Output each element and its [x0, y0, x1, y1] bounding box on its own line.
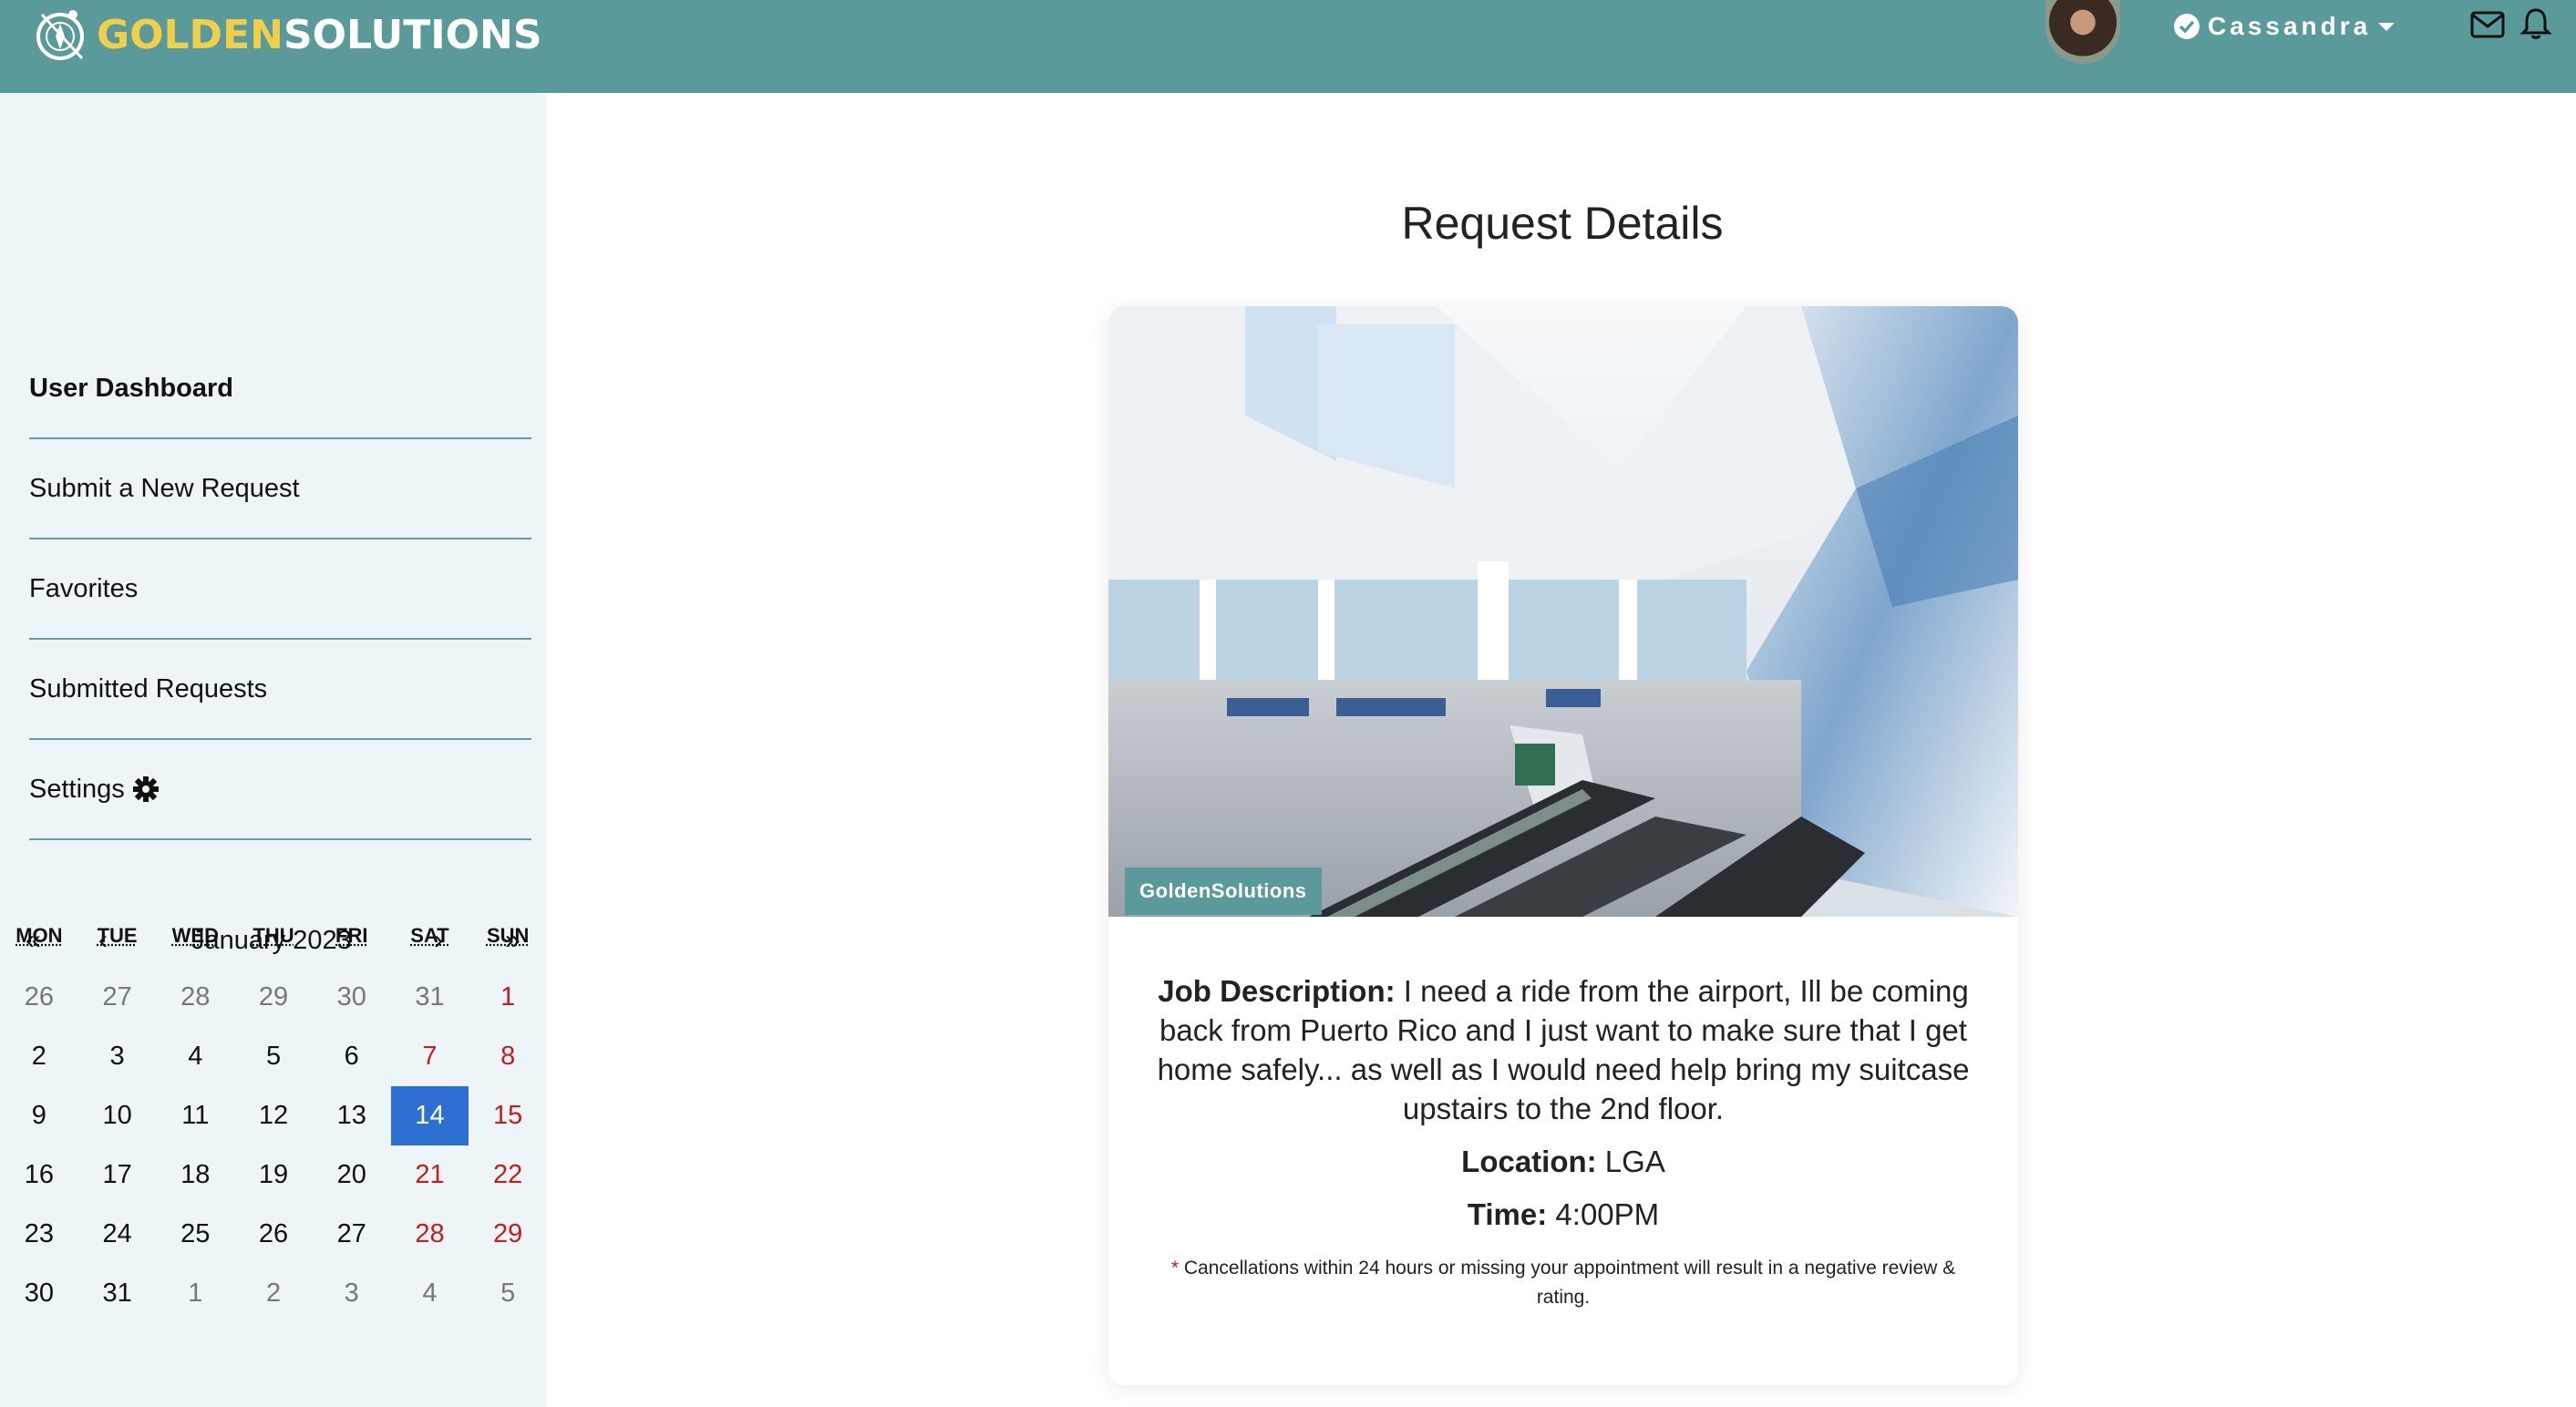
weekday-label: SUN	[486, 924, 530, 947]
calendar-day[interactable]: 20	[313, 1145, 391, 1205]
calendar-day[interactable]: 11	[156, 1086, 234, 1145]
calendar-day[interactable]: 9	[0, 1086, 78, 1145]
calendar-week: 9 10 11 12 13 14 15	[0, 1086, 547, 1145]
calendar-day[interactable]: 13	[313, 1086, 391, 1145]
username-label: Cassandra	[2208, 12, 2372, 40]
calendar-week: 16 17 18 19 20 21 22	[0, 1145, 547, 1205]
calendar-day[interactable]: 30	[0, 1264, 78, 1323]
weekday-label: SAT	[410, 924, 449, 947]
job-description-label: Job Description:	[1158, 974, 1396, 1008]
weekday-label: FRI	[335, 924, 368, 947]
calendar-day[interactable]: 27	[313, 1205, 391, 1264]
calendar-day[interactable]: 5	[469, 1264, 547, 1323]
cancellation-note: * Cancellations within 24 hours or missi…	[1163, 1254, 1963, 1312]
calendar-week: 23 24 25 26 27 28 29	[0, 1205, 547, 1264]
weekday-label: TUE	[97, 924, 138, 947]
calendar-day-selected[interactable]: 14	[390, 1086, 469, 1145]
sidebar-item-submit-request[interactable]: Submit a New Request	[29, 439, 531, 539]
calendar-day[interactable]: 3	[78, 1027, 157, 1086]
calendar-week: 2 3 4 5 6 7 8	[0, 1027, 547, 1086]
request-photo: GoldenSolutions	[1108, 306, 2018, 917]
calendar-day[interactable]: 26	[0, 968, 78, 1027]
user-menu-dropdown[interactable]: Cassandra	[2173, 11, 2396, 42]
calendar-day[interactable]: 2	[0, 1027, 78, 1086]
calendar-grid: 26 27 28 29 30 31 1 2 3 4 5 6 7 8 9 10 1…	[0, 968, 547, 1323]
weekday-label: THU	[252, 924, 294, 947]
mail-icon[interactable]	[2470, 11, 2505, 38]
calendar-day[interactable]: 7	[391, 1027, 469, 1086]
calendar-day[interactable]: 24	[78, 1205, 157, 1264]
location-value: LGA	[1596, 1145, 1665, 1178]
calendar-day[interactable]: 26	[234, 1205, 313, 1264]
calendar-day[interactable]: 19	[234, 1145, 313, 1205]
calendar-day[interactable]: 25	[156, 1205, 234, 1264]
sidebar: User Dashboard Submit a New Request Favo…	[0, 93, 547, 1407]
calendar-day[interactable]: 6	[313, 1027, 391, 1086]
sidebar-item-submitted-requests[interactable]: Submitted Requests	[29, 640, 531, 740]
calendar-day[interactable]: 4	[156, 1027, 234, 1086]
page-title: Request Details	[1401, 198, 1724, 249]
calendar-day[interactable]: 27	[78, 968, 157, 1027]
weekday-label: MON	[15, 924, 63, 947]
calendar-day[interactable]: 2	[234, 1264, 313, 1323]
calendar-weekday-header: MON TUE WED THU FRI SAT SUN	[0, 924, 547, 960]
gear-icon	[132, 776, 159, 802]
sidebar-item-label: Submitted Requests	[29, 673, 268, 704]
calendar-day[interactable]: 30	[313, 968, 391, 1027]
sidebar-item-user-dashboard[interactable]: User Dashboard	[29, 339, 531, 439]
calendar-day[interactable]: 18	[156, 1145, 234, 1205]
location-label: Location:	[1461, 1145, 1597, 1178]
calendar-day[interactable]: 4	[391, 1264, 469, 1323]
verified-check-icon	[2174, 14, 2200, 39]
sidebar-item-settings[interactable]: Settings	[29, 740, 531, 840]
time-row: Time: 4:00PM	[1145, 1197, 1982, 1232]
time-label: Time:	[1467, 1197, 1548, 1231]
calendar-day[interactable]: 28	[156, 968, 234, 1027]
calendar-day[interactable]: 23	[0, 1205, 78, 1264]
calendar-day[interactable]: 31	[78, 1264, 157, 1323]
location-row: Location: LGA	[1145, 1145, 1982, 1179]
compass-logo-icon	[36, 10, 84, 60]
calendar-day[interactable]: 12	[234, 1086, 313, 1145]
job-description: Job Description: I need a ride from the …	[1145, 971, 1982, 1128]
sidebar-item-label: Submit a New Request	[29, 473, 300, 503]
airport-terminal-image	[1108, 306, 2018, 917]
sidebar-item-label: Favorites	[29, 573, 139, 603]
time-value: 4:00PM	[1547, 1197, 1660, 1231]
calendar-day[interactable]: 28	[391, 1205, 469, 1264]
photo-badge: GoldenSolutions	[1125, 868, 1322, 915]
calendar-day[interactable]: 10	[78, 1086, 157, 1145]
calendar-day[interactable]: 1	[156, 1264, 234, 1323]
calendar-day[interactable]: 17	[78, 1145, 157, 1205]
calendar-week: 30 31 1 2 3 4 5	[0, 1264, 547, 1323]
top-header: GOLDENSOLUTIONS Cassandra	[0, 0, 2576, 93]
calendar-day[interactable]: 22	[469, 1145, 547, 1205]
logo[interactable]: GOLDENSOLUTIONS	[29, 4, 542, 66]
sidebar-item-label: Settings	[29, 774, 125, 804]
bell-icon[interactable]	[2519, 7, 2552, 40]
required-asterisk: *	[1170, 1258, 1180, 1279]
avatar[interactable]	[2045, 0, 2120, 64]
calendar-day[interactable]: 8	[469, 1027, 547, 1086]
sidebar-item-favorites[interactable]: Favorites	[29, 539, 531, 640]
calendar-day[interactable]: 15	[469, 1086, 547, 1145]
calendar-day[interactable]: 21	[391, 1145, 469, 1205]
brand-solutions: SOLUTIONS	[283, 11, 542, 58]
cancellation-note-text: Cancellations within 24 hours or missing…	[1179, 1258, 1956, 1308]
calendar-day[interactable]: 31	[391, 968, 469, 1027]
calendar-day[interactable]: 1	[469, 968, 547, 1027]
sidebar-item-label: User Dashboard	[29, 373, 234, 403]
weekday-label: WED	[171, 924, 219, 947]
chevron-down-icon	[2378, 22, 2396, 31]
calendar-day[interactable]: 16	[0, 1145, 78, 1205]
calendar-day[interactable]: 5	[234, 1027, 313, 1086]
brand-name: GOLDENSOLUTIONS	[97, 12, 542, 58]
calendar-day[interactable]: 29	[234, 968, 313, 1027]
calendar-day[interactable]: 3	[313, 1264, 391, 1323]
calendar-day[interactable]: 29	[469, 1205, 547, 1264]
request-card: GoldenSolutions Job Description: I need …	[1108, 306, 2018, 1385]
brand-golden: GOLDEN	[97, 11, 283, 58]
calendar-week: 26 27 28 29 30 31 1	[0, 968, 547, 1027]
